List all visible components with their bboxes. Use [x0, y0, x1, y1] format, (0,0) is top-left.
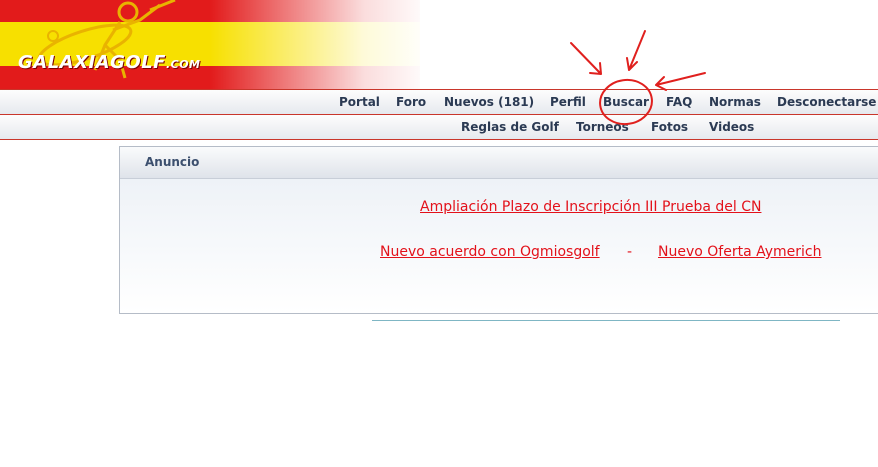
nav-foro[interactable]: Foro [396, 95, 426, 109]
nav-reglas-de-golf[interactable]: Reglas de Golf [461, 120, 559, 134]
nav-videos[interactable]: Videos [709, 120, 754, 134]
secondary-nav-bar: Reglas de Golf Torneos Fotos Videos [0, 114, 878, 140]
nav-nuevos[interactable]: Nuevos (181) [444, 95, 534, 109]
announcement-separator: - [627, 244, 633, 260]
nav-fotos[interactable]: Fotos [651, 120, 688, 134]
site-logo-text[interactable]: GALAXIAGOLF.COM [18, 52, 201, 73]
announcement-body: Ampliación Plazo de Inscripción III Prue… [120, 179, 878, 313]
nav-faq[interactable]: FAQ [666, 95, 692, 109]
announcement-panel: Anuncio Ampliación Plazo de Inscripción … [119, 146, 878, 314]
announcement-header: Anuncio [120, 147, 878, 179]
nav-buscar[interactable]: Buscar [603, 95, 649, 109]
nav-perfil[interactable]: Perfil [550, 95, 586, 109]
announcement-link-ampliacion[interactable]: Ampliación Plazo de Inscripción III Prue… [420, 199, 761, 215]
divider-line [372, 320, 840, 321]
announcement-link-aymerich[interactable]: Nuevo Oferta Aymerich [658, 244, 821, 260]
banner-fade [210, 0, 430, 89]
announcement-title: Anuncio [145, 155, 200, 169]
nav-torneos[interactable]: Torneos [576, 120, 629, 134]
nav-normas[interactable]: Normas [709, 95, 761, 109]
header-banner: GALAXIAGOLF.COM [0, 0, 878, 89]
primary-nav-bar: Portal Foro Nuevos (181) Perfil Buscar F… [0, 89, 878, 115]
nav-portal[interactable]: Portal [339, 95, 380, 109]
announcement-link-ogmiosgolf[interactable]: Nuevo acuerdo con Ogmiosgolf [380, 244, 600, 260]
nav-desconectarse[interactable]: Desconectarse [777, 95, 876, 109]
